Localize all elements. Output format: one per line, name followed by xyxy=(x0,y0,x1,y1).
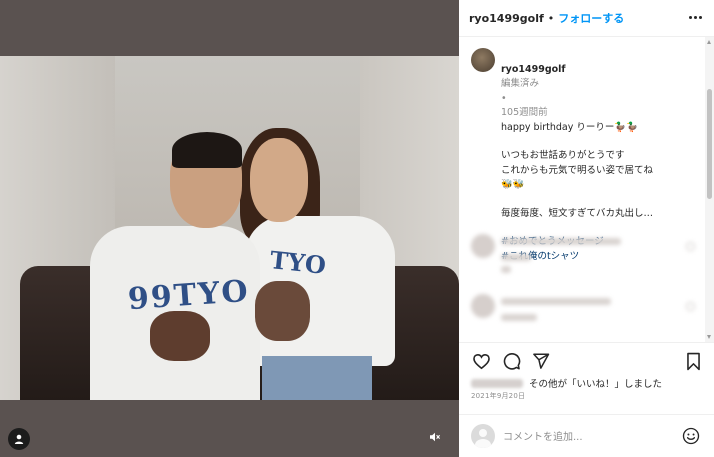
share-button[interactable] xyxy=(531,351,551,371)
person-woman xyxy=(250,138,308,222)
post-header: ryo1499golf • フォローする xyxy=(459,0,714,37)
caption-line: happy birthday りーりー🦆🦆 xyxy=(501,121,639,133)
heart-icon xyxy=(472,353,490,369)
header-separator: • xyxy=(547,11,555,25)
media-letterbox-top xyxy=(0,0,459,56)
avatar[interactable] xyxy=(471,48,495,72)
action-bar xyxy=(459,342,714,376)
save-button[interactable] xyxy=(683,351,703,371)
comment-input[interactable] xyxy=(503,429,663,445)
tagged-users-button[interactable] xyxy=(8,428,30,450)
liked-by-user-blurred xyxy=(471,378,523,388)
media-letterbox-bottom xyxy=(0,400,459,457)
comment-row xyxy=(471,232,701,282)
comment-icon xyxy=(503,352,520,370)
header-username[interactable]: ryo1499golf xyxy=(469,12,544,25)
mute-button[interactable] xyxy=(424,426,446,448)
comment-row xyxy=(471,292,701,342)
post-date: 2021年9月20日 xyxy=(471,392,526,400)
smiley-icon xyxy=(682,427,700,445)
post-photo[interactable]: 99TYO TYO xyxy=(0,56,459,400)
comment-composer xyxy=(459,414,714,457)
post-media[interactable]: 99TYO TYO xyxy=(0,0,459,457)
more-options-button[interactable] xyxy=(686,10,704,24)
caption-line: いつもお世話ありがとうです xyxy=(501,150,625,161)
post-side-panel: ryo1499golf • フォローする ryo1499golf 編集済み • … xyxy=(459,0,714,457)
bookmark-icon xyxy=(686,352,700,370)
user-icon xyxy=(14,434,24,444)
like-summary-text: その他が「いいね！」しました xyxy=(529,379,663,390)
speaker-muted-icon xyxy=(430,432,441,442)
ellipsis-icon xyxy=(688,15,692,19)
emoji-button[interactable] xyxy=(682,427,700,445)
comment-button[interactable] xyxy=(501,351,521,371)
comment-list-blurred xyxy=(459,190,705,335)
like-summary[interactable]: その他が「いいね！」しました xyxy=(471,376,711,390)
like-button[interactable] xyxy=(471,351,491,371)
scrollbar-thumb[interactable] xyxy=(707,89,712,199)
caption-scrollbar[interactable] xyxy=(705,37,714,342)
caption-line: これからも元気で明るい姿で居てね xyxy=(501,164,654,176)
avatar xyxy=(471,424,495,448)
caption-timestamp[interactable]: 105週間前 xyxy=(501,107,548,118)
shirt-print-text: TYO xyxy=(268,245,328,280)
caption-username[interactable]: ryo1499golf xyxy=(501,64,566,75)
caption-edited: 編集済み xyxy=(501,78,540,89)
paper-plane-icon xyxy=(533,353,550,369)
follow-button[interactable]: フォローする xyxy=(558,10,624,26)
